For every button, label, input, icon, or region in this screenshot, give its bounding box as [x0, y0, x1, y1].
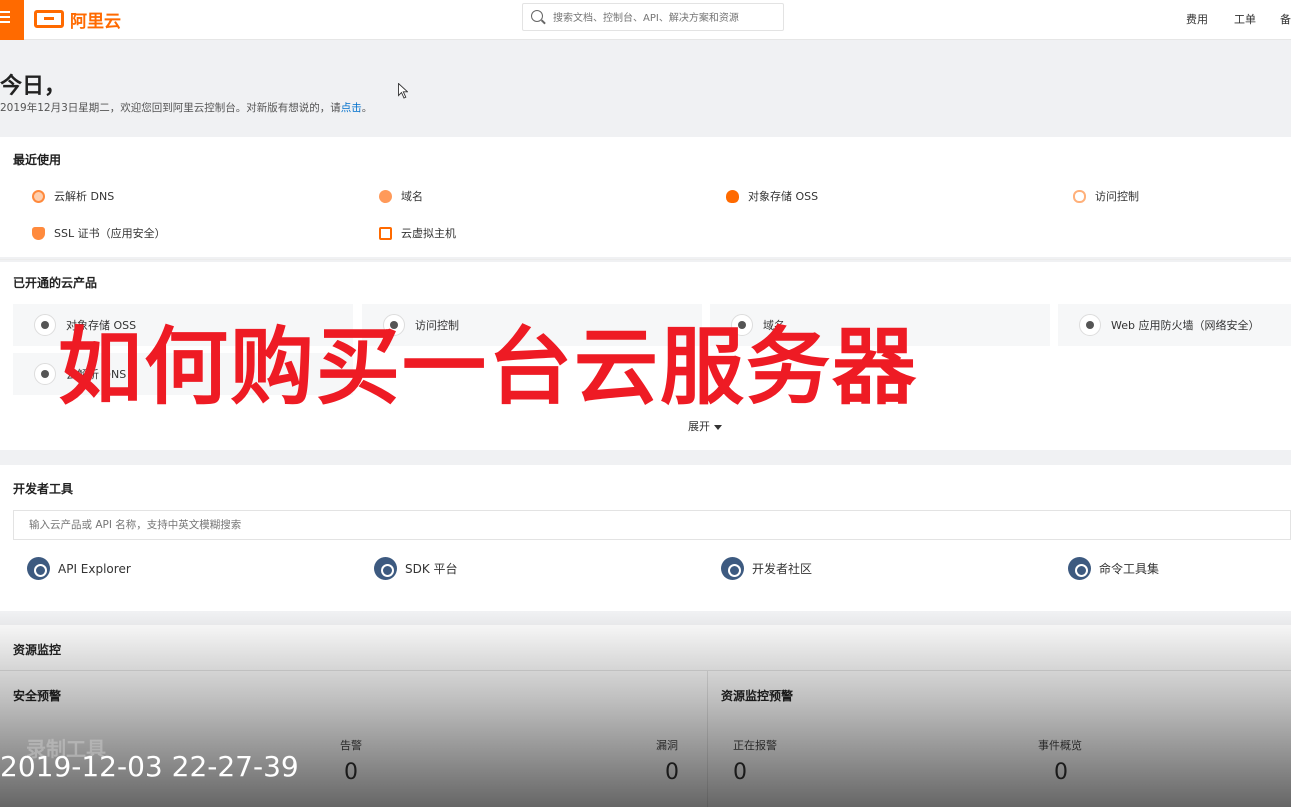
recent-item-dns[interactable]: 云解析 DNS — [32, 188, 114, 204]
product-label: Web 应用防火墙（网络安全） — [1111, 319, 1260, 332]
alarm-label: 告警 — [340, 739, 362, 752]
dev-tool-label: SDK 平台 — [405, 562, 458, 576]
top-bar: 阿里云 费用 工单 备 — [0, 0, 1291, 40]
search-input[interactable] — [553, 8, 779, 28]
greeting-text: 2019年12月3日星期二，欢迎您回到阿里云控制台。对新版有想说的，请 — [0, 102, 341, 114]
community-icon — [721, 557, 744, 580]
recent-item-label: 域名 — [401, 190, 423, 203]
security-alert-title: 安全预警 — [13, 689, 62, 703]
resource-alert-title: 资源监控预警 — [721, 689, 794, 703]
layers-icon — [374, 557, 397, 580]
api-search-input[interactable] — [13, 510, 1291, 540]
dev-tool-label: 命令工具集 — [1099, 562, 1160, 576]
monitor-title: 资源监控 — [13, 643, 62, 657]
firewall-shield-icon — [1079, 314, 1101, 336]
logo-text: 阿里云 — [70, 11, 121, 32]
menu-button[interactable] — [0, 0, 24, 40]
ticket-link[interactable]: 工单 — [1234, 11, 1256, 27]
hamburger-icon — [0, 11, 10, 26]
event-overview-count[interactable]: 0 — [1054, 760, 1068, 785]
caret-down-icon — [714, 424, 722, 430]
dns-icon — [32, 189, 45, 203]
alarming-label: 正在报警 — [733, 739, 777, 752]
globe-icon — [379, 189, 392, 203]
alarming-count[interactable]: 0 — [733, 760, 747, 785]
section-divider — [0, 259, 1291, 260]
recent-item-ram[interactable]: 访问控制 — [1073, 188, 1139, 204]
dev-tool-sdk[interactable]: SDK 平台 — [374, 557, 458, 580]
alarm-count[interactable]: 0 — [344, 760, 358, 785]
fee-link[interactable]: 费用 — [1186, 11, 1208, 27]
opened-title: 已开通的云产品 — [13, 276, 98, 290]
shield-icon — [32, 226, 45, 240]
recent-item-label: 访问控制 — [1095, 190, 1139, 203]
cloud-access-icon — [1073, 189, 1086, 203]
dev-tool-community[interactable]: 开发者社区 — [721, 557, 812, 580]
recent-item-domain[interactable]: 域名 — [379, 188, 423, 204]
globe-icon — [34, 363, 56, 385]
aliyun-logo[interactable]: 阿里云 — [34, 7, 121, 32]
feedback-link[interactable]: 点击 — [341, 102, 362, 114]
recent-item-label: 对象存储 OSS — [748, 190, 819, 203]
mouse-cursor-icon — [398, 83, 408, 99]
video-overlay-title: 如何购买一台云服务器 — [58, 318, 919, 416]
search-icon — [531, 10, 543, 22]
cloud-storage-icon — [726, 189, 739, 203]
dev-tool-label: 开发者社区 — [752, 562, 813, 576]
vuln-label: 漏洞 — [656, 739, 678, 752]
terminal-icon — [1068, 557, 1091, 580]
dev-tool-cli[interactable]: 命令工具集 — [1068, 557, 1159, 580]
greeting-tail: 。 — [361, 102, 373, 114]
monitor-column-divider — [707, 671, 708, 807]
recent-item-label: 云虚拟主机 — [401, 227, 456, 240]
recent-item-label: 云解析 DNS — [54, 190, 115, 203]
cloud-storage-icon — [34, 314, 56, 336]
api-explorer-icon — [27, 557, 50, 580]
filing-link[interactable]: 备 — [1280, 11, 1291, 27]
vuln-count[interactable]: 0 — [665, 760, 679, 785]
recent-item-vhost[interactable]: 云虚拟主机 — [379, 225, 456, 241]
dev-tool-api-explorer[interactable]: API Explorer — [27, 557, 131, 580]
greeting-title: 今日， — [0, 74, 67, 99]
recent-item-label: SSL 证书（应用安全） — [54, 227, 166, 240]
monitor-divider — [0, 670, 1291, 671]
greeting-subtitle: 2019年12月3日星期二，欢迎您回到阿里云控制台。对新版有想说的，请点击。 — [0, 100, 372, 115]
product-tile-waf[interactable]: Web 应用防火墙（网络安全） — [1058, 304, 1291, 346]
dev-tool-label: API Explorer — [58, 561, 131, 576]
global-search[interactable] — [522, 3, 784, 31]
aliyun-logo-icon — [34, 10, 64, 28]
recent-item-oss[interactable]: 对象存储 OSS — [726, 188, 818, 204]
virtual-host-icon — [379, 226, 392, 240]
recent-title: 最近使用 — [13, 153, 62, 167]
event-overview-label: 事件概览 — [1038, 739, 1082, 752]
video-timestamp: 2019-12-03 22-27-39 — [0, 750, 299, 783]
expand-label: 展开 — [688, 420, 710, 433]
dev-tools-title: 开发者工具 — [13, 482, 74, 496]
recent-item-ssl[interactable]: SSL 证书（应用安全） — [32, 225, 166, 241]
